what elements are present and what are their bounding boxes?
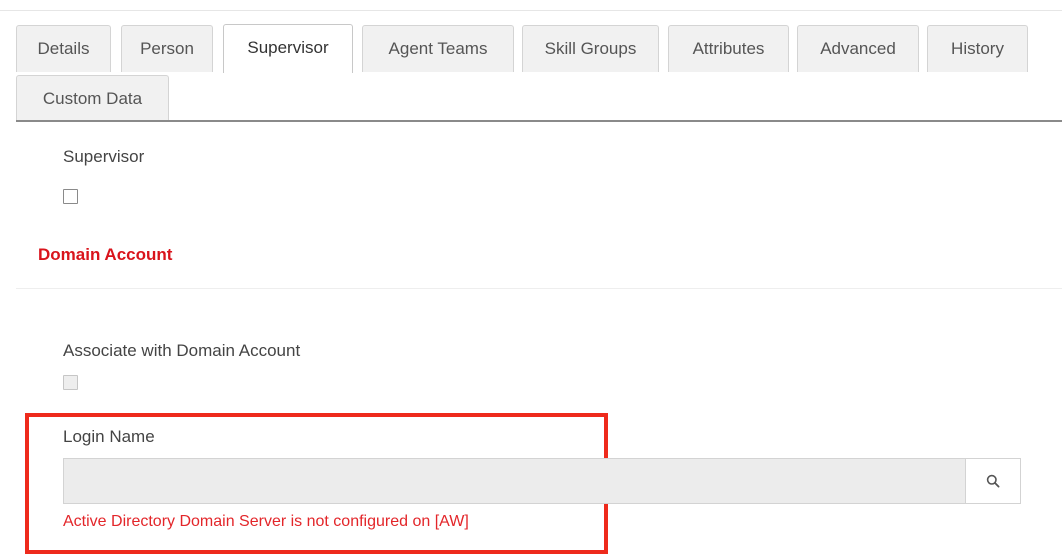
login-name-label: Login Name [63,427,155,446]
supervisor-label: Supervisor [63,147,145,166]
domain-account-heading: Domain Account [38,245,173,264]
tab-supervisor[interactable]: Supervisor [223,24,353,73]
login-name-input[interactable] [63,458,965,504]
tab-attributes[interactable]: Attributes [668,25,789,72]
tab-strip-underline [16,120,1062,122]
associate-domain-account-label: Associate with Domain Account [63,341,301,360]
tab-skill-groups[interactable]: Skill Groups [522,25,659,72]
top-divider [0,10,1062,11]
section-divider [16,288,1062,289]
domain-server-error-message: Active Directory Domain Server is not co… [63,513,469,530]
supervisor-checkbox[interactable] [63,189,78,204]
login-name-search-button[interactable] [965,458,1021,504]
search-icon [986,474,1000,488]
tab-agent-teams[interactable]: Agent Teams [362,25,514,72]
tab-advanced[interactable]: Advanced [797,25,919,72]
associate-domain-account-checkbox[interactable] [63,375,78,390]
tab-history[interactable]: History [927,25,1028,72]
tab-custom-data[interactable]: Custom Data [16,75,169,121]
tab-person[interactable]: Person [121,25,213,72]
tab-details[interactable]: Details [16,25,111,72]
